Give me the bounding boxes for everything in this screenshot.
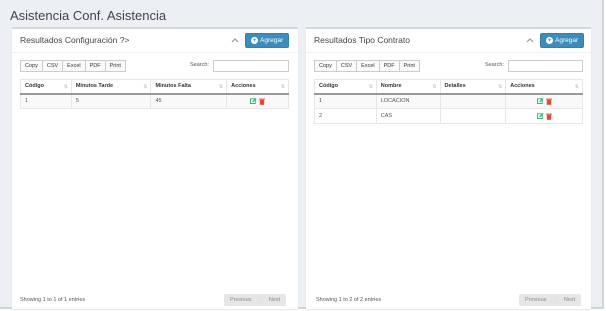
cell-codigo: 1	[314, 93, 377, 109]
pdf-button[interactable]: PDF	[84, 60, 106, 72]
search-input[interactable]	[508, 60, 583, 72]
export-toolbar: Copy CSV Excel PDF Print	[314, 60, 420, 72]
trash-icon[interactable]	[545, 113, 552, 120]
pagination: Previous ⋮ Next	[519, 294, 582, 306]
search-label: Search:	[485, 62, 504, 68]
trash-icon[interactable]	[545, 98, 552, 105]
csv-button[interactable]: CSV	[335, 60, 358, 72]
previous-button[interactable]: Previous	[519, 294, 552, 306]
edit-icon[interactable]	[250, 98, 257, 105]
cell-detalles	[439, 93, 507, 109]
tipo-contrato-panel: Resultados Tipo Contrato + Agregar Copy …	[306, 27, 591, 309]
excel-button[interactable]: Excel	[62, 60, 86, 72]
app-frame: Asistencia Conf. Asistencia Resultados C…	[0, 0, 604, 309]
copy-button[interactable]: Copy	[20, 60, 43, 72]
edit-icon[interactable]	[536, 113, 544, 119]
column-header[interactable]: Código ⇅	[314, 79, 377, 95]
chevron-up-icon[interactable]	[526, 36, 534, 44]
cell-acciones	[226, 93, 289, 109]
cell-minutos-tarde: 5	[70, 93, 152, 109]
column-header[interactable]: Acciones ⇅	[505, 79, 583, 95]
chevron-up-icon[interactable]	[231, 36, 239, 44]
configuracion-panel: Resultados Configuración ?> + Agregar Co…	[12, 27, 298, 309]
print-button[interactable]: Print	[104, 60, 126, 72]
table-row: 1 LOCACION	[314, 93, 583, 109]
panel-header: Resultados Tipo Contrato + Agregar	[306, 29, 591, 53]
pagination: Previous ⋮ Next	[224, 294, 287, 306]
plus-circle-icon: +	[546, 37, 553, 44]
cell-nombre: LOCACION	[375, 93, 441, 109]
column-header[interactable]: Nombre ⇅	[375, 79, 441, 95]
pdf-button[interactable]: PDF	[378, 60, 400, 72]
cell-minutos-falta: 45	[150, 93, 228, 109]
cell-nombre: CAS	[375, 108, 441, 124]
next-button[interactable]: Next	[263, 294, 286, 306]
cell-detalles	[439, 108, 507, 124]
csv-button[interactable]: CSV	[41, 60, 64, 72]
print-button[interactable]: Print	[398, 60, 420, 72]
table-row: 2 CAS	[314, 108, 583, 124]
table-row: 1 5 45	[20, 93, 289, 109]
cell-codigo: 2	[314, 108, 377, 124]
search-input[interactable]	[213, 60, 289, 72]
excel-button[interactable]: Excel	[356, 60, 380, 72]
column-header[interactable]: Detalles ⇅	[439, 79, 507, 95]
panel-header: Resultados Configuración ?> + Agregar	[12, 29, 298, 53]
page-title: Asistencia Conf. Asistencia	[10, 8, 167, 23]
cell-acciones	[505, 108, 583, 124]
export-toolbar: Copy CSV Excel PDF Print	[20, 60, 126, 72]
column-header[interactable]: Código ⇅	[20, 79, 72, 95]
configuracion-table: Código ⇅ Minutos Tarde ⇅ Minutos Falta ⇅ Ac…	[20, 79, 289, 109]
edit-icon[interactable]	[536, 98, 544, 105]
table-info: Showing 1 to 2 of 2 entries	[316, 297, 382, 303]
previous-button[interactable]: Previous	[224, 294, 257, 306]
trash-icon[interactable]	[259, 98, 266, 105]
add-button-label: Agregar	[260, 37, 284, 44]
cell-codigo: 1	[20, 93, 72, 109]
panel-title: Resultados Tipo Contrato	[314, 35, 410, 45]
add-tipo-contrato-button[interactable]: + Agregar	[540, 33, 585, 48]
table-info: Showing 1 to 1 of 1 entries	[20, 297, 86, 303]
copy-button[interactable]: Copy	[314, 60, 337, 72]
tipo-contrato-table: Código ⇅ Nombre ⇅ Detalles ⇅ Acciones ⇅ 1 LO…	[314, 79, 583, 124]
search-label: Search:	[190, 62, 209, 68]
add-configuracion-button[interactable]: + Agregar	[245, 33, 290, 48]
next-button[interactable]: Next	[558, 294, 581, 306]
add-button-label: Agregar	[555, 37, 579, 44]
column-header[interactable]: Minutos Falta ⇅	[150, 79, 228, 95]
plus-circle-icon: +	[251, 37, 258, 44]
cell-acciones	[505, 93, 583, 109]
panel-title: Resultados Configuración ?>	[20, 35, 130, 45]
column-header[interactable]: Acciones ⇅	[226, 79, 289, 95]
column-header[interactable]: Minutos Tarde ⇅	[70, 79, 152, 95]
